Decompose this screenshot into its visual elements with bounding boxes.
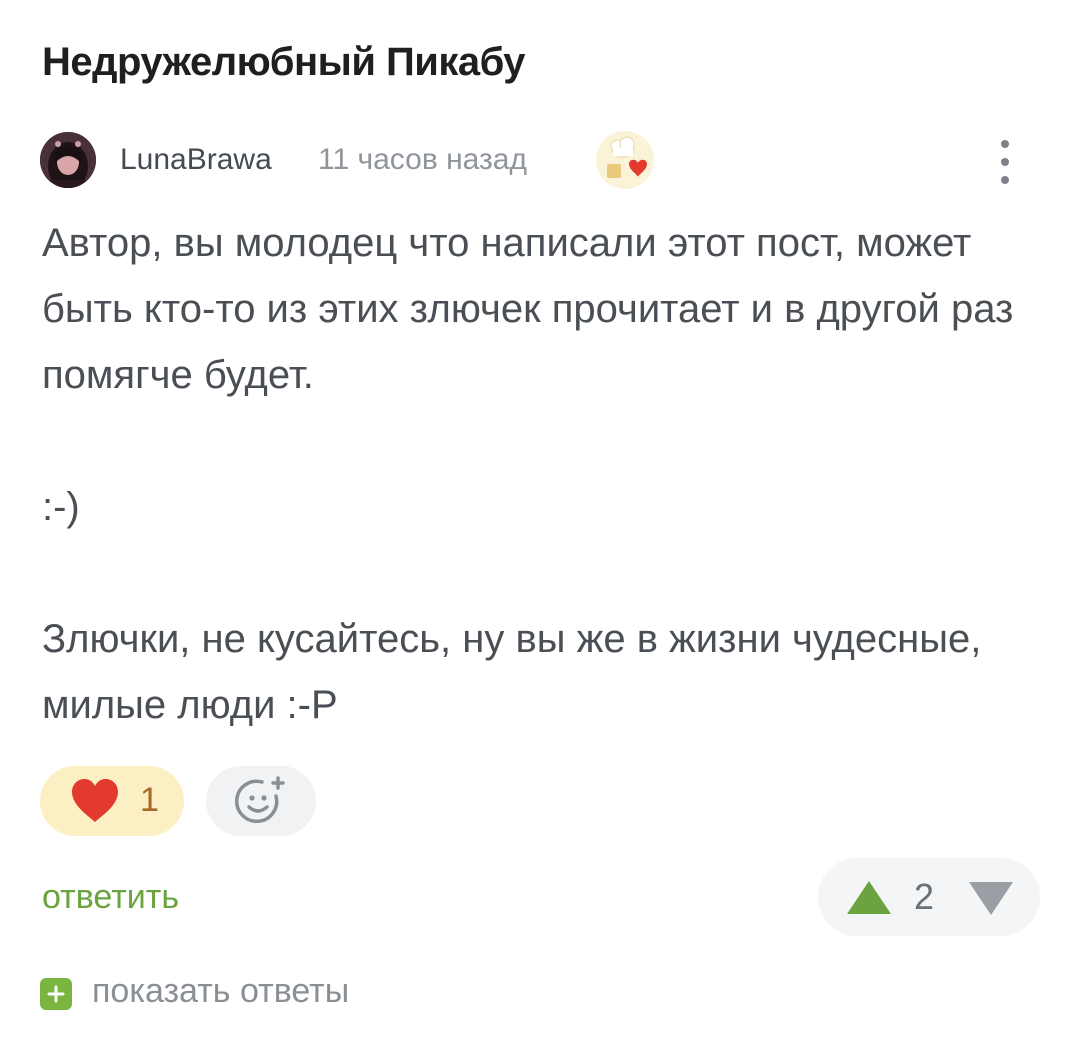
page-title: Недружелюбный Пикабу [42, 40, 526, 84]
chef-heart-award-icon[interactable] [595, 130, 655, 190]
comment-timestamp: 11 часов назад [318, 143, 527, 176]
kebab-menu-icon [1001, 140, 1009, 184]
more-options-button[interactable] [985, 134, 1025, 190]
comment-paragraph: Злючки, не кусайтесь, ну вы же в жизни ч… [42, 617, 982, 727]
comment-paragraph: :-) [42, 485, 80, 529]
add-emoji-icon [234, 776, 285, 824]
comment-body: Автор, вы молодец что написали этот пост… [42, 210, 1042, 738]
rating-count: 2 [914, 876, 935, 917]
heart-icon [72, 779, 118, 822]
comment-paragraph: Автор, вы молодец что написали этот пост… [42, 221, 1014, 397]
comment-author[interactable]: LunaBrawa [120, 142, 272, 178]
reply-link[interactable]: ответить [42, 876, 179, 918]
like-count: 1 [140, 781, 159, 819]
arrow-up-icon [847, 881, 891, 914]
like-reaction-button[interactable]: 1 [40, 766, 184, 836]
avatar[interactable] [40, 132, 96, 188]
rating-widget: 2 [818, 858, 1040, 936]
arrow-down-icon [969, 882, 1013, 915]
upvote-button[interactable] [844, 878, 894, 918]
downvote-button[interactable] [966, 878, 1016, 918]
add-reaction-button[interactable] [206, 766, 316, 836]
show-replies-label: показать ответы [92, 972, 350, 1010]
avatar-image [40, 132, 96, 188]
comment-header: LunaBrawa 11 часов назад [40, 130, 1040, 190]
plus-icon [40, 978, 72, 1010]
